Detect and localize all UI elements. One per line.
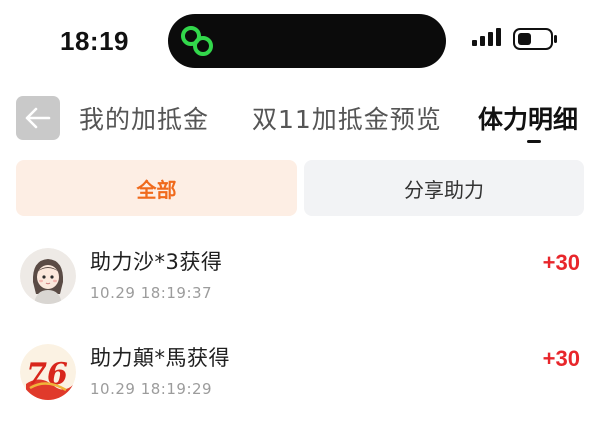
- list-item[interactable]: 76 助力顛*馬获得 10.29 18:19:29 +30: [0, 332, 600, 428]
- record-points: +30: [542, 346, 580, 371]
- record-title: 助力顛*馬获得: [90, 346, 230, 370]
- active-tab-indicator: [527, 140, 541, 143]
- filter-bar: 全部 分享助力: [16, 160, 584, 216]
- nav-tabs: 我的加抵金 双11加抵金预览 体力明细: [0, 92, 600, 148]
- back-arrow-icon: [25, 107, 51, 129]
- dynamic-island: [168, 14, 446, 68]
- tab-stamina-details[interactable]: 体力明细: [478, 100, 578, 136]
- status-time: 18:19: [60, 26, 129, 56]
- tab-double11-preview[interactable]: 双11加抵金预览: [252, 100, 442, 136]
- status-bar: 18:19: [0, 0, 600, 84]
- record-title: 助力沙*3获得: [90, 250, 223, 274]
- cartoon-avatar-icon: [20, 248, 76, 304]
- anniversary-76-avatar-icon: 76: [20, 344, 76, 400]
- avatar: 76: [20, 344, 76, 400]
- list-item[interactable]: 助力沙*3获得 10.29 18:19:37 +30: [0, 236, 600, 336]
- tab-my-deduction[interactable]: 我的加抵金: [79, 100, 209, 136]
- cellular-signal-icon: [472, 28, 501, 46]
- link-icon: [181, 26, 213, 56]
- record-time: 10.29 18:19:29: [90, 380, 213, 398]
- battery-icon: [513, 28, 557, 50]
- filter-all-button[interactable]: 全部: [16, 160, 297, 216]
- back-button[interactable]: [16, 96, 60, 140]
- record-points: +30: [542, 250, 580, 275]
- filter-share-boost-button[interactable]: 分享助力: [304, 160, 584, 216]
- avatar: [20, 248, 76, 304]
- record-time: 10.29 18:19:37: [90, 284, 213, 302]
